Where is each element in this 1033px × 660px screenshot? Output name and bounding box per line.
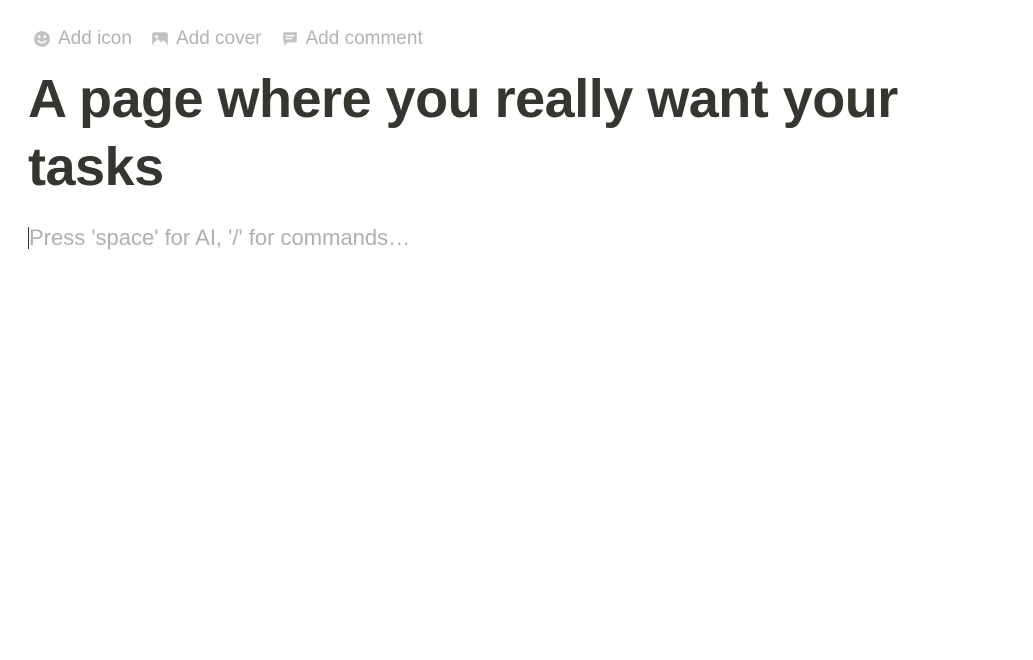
emoji-icon (32, 29, 52, 49)
add-comment-label: Add comment (306, 28, 423, 50)
editor-placeholder: Press 'space' for AI, '/' for commands… (28, 225, 410, 250)
add-icon-button[interactable]: Add icon (32, 28, 132, 50)
editor-placeholder-line[interactable]: Press 'space' for AI, '/' for commands… (28, 225, 1005, 251)
page-title[interactable]: A page where you really want your tasks (0, 50, 1033, 209)
add-icon-label: Add icon (58, 28, 132, 50)
comment-icon (280, 29, 300, 49)
add-cover-label: Add cover (176, 28, 262, 50)
editor-content[interactable]: Press 'space' for AI, '/' for commands… (0, 209, 1033, 267)
add-comment-button[interactable]: Add comment (280, 28, 423, 50)
add-cover-button[interactable]: Add cover (150, 28, 262, 50)
page-toolbar: Add icon Add cover Add comment (0, 0, 1033, 50)
image-icon (150, 29, 170, 49)
